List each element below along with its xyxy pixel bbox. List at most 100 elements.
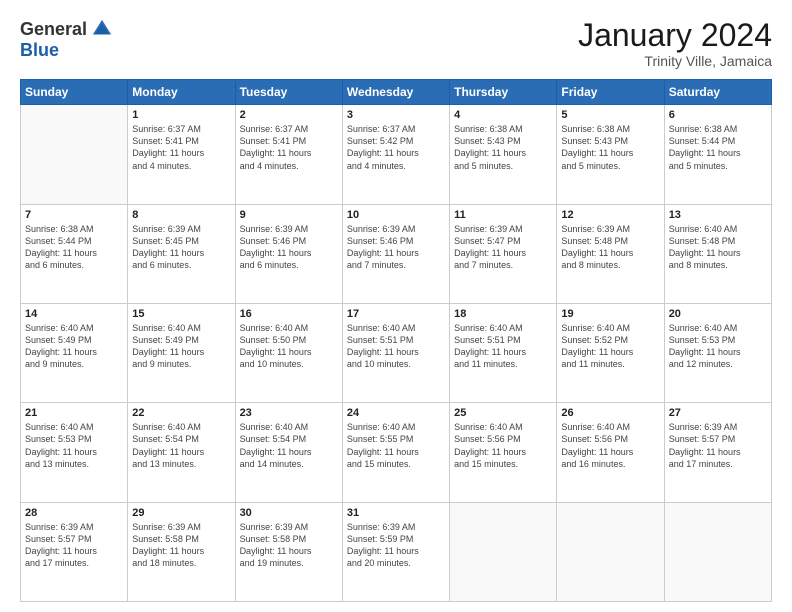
day-info: Sunrise: 6:38 AM Sunset: 5:43 PM Dayligh… — [561, 123, 659, 172]
day-cell: 9Sunrise: 6:39 AM Sunset: 5:46 PM Daylig… — [235, 204, 342, 303]
day-number: 11 — [454, 209, 552, 221]
day-number: 25 — [454, 407, 552, 419]
day-cell: 2 Sunrise: 6:37 AM Sunset: 5:41 PM Daylig… — [235, 105, 342, 204]
day-number: 16 — [240, 308, 338, 320]
day-cell: 31 Sunrise: 6:39 AM Sunset: 5:59 PM Dayli… — [342, 502, 449, 601]
week-row-4: 21 Sunrise: 6:40 AM Sunset: 5:53 PM Dayli… — [21, 403, 772, 502]
day-info: Sunrise: 6:39 AM Sunset: 5:46 PM Dayligh… — [347, 223, 445, 272]
day-cell — [450, 502, 557, 601]
day-header-sunday: Sunday — [21, 80, 128, 105]
day-number: 21 — [25, 407, 123, 419]
day-info: Sunrise: 6:40 AM Sunset: 5:54 PM Dayligh… — [240, 421, 338, 470]
day-header-tuesday: Tuesday — [235, 80, 342, 105]
day-number: 6 — [669, 109, 767, 121]
day-info: Sunrise: 6:40 AM Sunset: 5:50 PM Dayligh… — [240, 322, 338, 371]
day-info: Sunrise: 6:39 AM Sunset: 5:47 PM Dayligh… — [454, 223, 552, 272]
day-number: 3 — [347, 109, 445, 121]
day-cell: 18 Sunrise: 6:40 AM Sunset: 5:51 PM Dayli… — [450, 303, 557, 402]
day-number: 28 — [25, 507, 123, 519]
day-cell: 12Sunrise: 6:39 AM Sunset: 5:48 PM Dayli… — [557, 204, 664, 303]
calendar-subtitle: Trinity Ville, Jamaica — [578, 53, 772, 69]
day-info: Sunrise: 6:40 AM Sunset: 5:56 PM Dayligh… — [561, 421, 659, 470]
day-number: 26 — [561, 407, 659, 419]
day-info: Sunrise: 6:39 AM Sunset: 5:58 PM Dayligh… — [132, 521, 230, 570]
day-info: Sunrise: 6:37 AM Sunset: 5:41 PM Dayligh… — [240, 123, 338, 172]
title-area: January 2024 Trinity Ville, Jamaica — [578, 18, 772, 69]
day-info: Sunrise: 6:39 AM Sunset: 5:46 PM Dayligh… — [240, 223, 338, 272]
day-info: Sunrise: 6:37 AM Sunset: 5:41 PM Dayligh… — [132, 123, 230, 172]
day-cell: 16 Sunrise: 6:40 AM Sunset: 5:50 PM Dayli… — [235, 303, 342, 402]
day-cell: 13Sunrise: 6:40 AM Sunset: 5:48 PM Dayli… — [664, 204, 771, 303]
day-number: 5 — [561, 109, 659, 121]
day-number: 12 — [561, 209, 659, 221]
day-cell: 21 Sunrise: 6:40 AM Sunset: 5:53 PM Dayli… — [21, 403, 128, 502]
day-cell: 11 Sunrise: 6:39 AM Sunset: 5:47 PM Dayli… — [450, 204, 557, 303]
day-cell: 28 Sunrise: 6:39 AM Sunset: 5:57 PM Dayli… — [21, 502, 128, 601]
day-cell: 30Sunrise: 6:39 AM Sunset: 5:58 PM Dayli… — [235, 502, 342, 601]
day-info: Sunrise: 6:40 AM Sunset: 5:48 PM Dayligh… — [669, 223, 767, 272]
day-number: 31 — [347, 507, 445, 519]
day-cell: 7Sunrise: 6:38 AM Sunset: 5:44 PM Daylig… — [21, 204, 128, 303]
logo-blue-text: Blue — [20, 40, 59, 61]
header: General Blue January 2024 Trinity Ville,… — [20, 18, 772, 69]
day-info: Sunrise: 6:39 AM Sunset: 5:45 PM Dayligh… — [132, 223, 230, 272]
day-info: Sunrise: 6:40 AM Sunset: 5:53 PM Dayligh… — [669, 322, 767, 371]
day-info: Sunrise: 6:40 AM Sunset: 5:51 PM Dayligh… — [454, 322, 552, 371]
day-cell: 15Sunrise: 6:40 AM Sunset: 5:49 PM Dayli… — [128, 303, 235, 402]
day-number: 4 — [454, 109, 552, 121]
day-info: Sunrise: 6:40 AM Sunset: 5:49 PM Dayligh… — [25, 322, 123, 371]
day-number: 22 — [132, 407, 230, 419]
day-header-monday: Monday — [128, 80, 235, 105]
page: General Blue January 2024 Trinity Ville,… — [0, 0, 792, 612]
day-info: Sunrise: 6:37 AM Sunset: 5:42 PM Dayligh… — [347, 123, 445, 172]
calendar-title: January 2024 — [578, 18, 772, 53]
day-cell: 10 Sunrise: 6:39 AM Sunset: 5:46 PM Dayli… — [342, 204, 449, 303]
day-info: Sunrise: 6:40 AM Sunset: 5:52 PM Dayligh… — [561, 322, 659, 371]
day-info: Sunrise: 6:40 AM Sunset: 5:55 PM Dayligh… — [347, 421, 445, 470]
day-cell: 29 Sunrise: 6:39 AM Sunset: 5:58 PM Dayli… — [128, 502, 235, 601]
day-cell: 17 Sunrise: 6:40 AM Sunset: 5:51 PM Dayli… — [342, 303, 449, 402]
day-number: 8 — [132, 209, 230, 221]
logo-icon — [91, 18, 113, 40]
day-number: 17 — [347, 308, 445, 320]
day-header-saturday: Saturday — [664, 80, 771, 105]
day-info: Sunrise: 6:39 AM Sunset: 5:57 PM Dayligh… — [669, 421, 767, 470]
week-row-3: 14 Sunrise: 6:40 AM Sunset: 5:49 PM Dayli… — [21, 303, 772, 402]
week-row-5: 28 Sunrise: 6:39 AM Sunset: 5:57 PM Dayli… — [21, 502, 772, 601]
day-cell: 4Sunrise: 6:38 AM Sunset: 5:43 PM Daylig… — [450, 105, 557, 204]
day-cell — [21, 105, 128, 204]
day-info: Sunrise: 6:40 AM Sunset: 5:56 PM Dayligh… — [454, 421, 552, 470]
day-number: 18 — [454, 308, 552, 320]
day-number: 29 — [132, 507, 230, 519]
calendar-table: SundayMondayTuesdayWednesdayThursdayFrid… — [20, 79, 772, 602]
day-cell: 26 Sunrise: 6:40 AM Sunset: 5:56 PM Dayli… — [557, 403, 664, 502]
day-cell: 5 Sunrise: 6:38 AM Sunset: 5:43 PM Daylig… — [557, 105, 664, 204]
week-row-2: 7Sunrise: 6:38 AM Sunset: 5:44 PM Daylig… — [21, 204, 772, 303]
day-number: 7 — [25, 209, 123, 221]
day-number: 27 — [669, 407, 767, 419]
day-info: Sunrise: 6:40 AM Sunset: 5:53 PM Dayligh… — [25, 421, 123, 470]
logo-general-text: General — [20, 19, 87, 40]
day-cell: 19 Sunrise: 6:40 AM Sunset: 5:52 PM Dayli… — [557, 303, 664, 402]
week-row-1: 1 Sunrise: 6:37 AM Sunset: 5:41 PM Daylig… — [21, 105, 772, 204]
day-header-thursday: Thursday — [450, 80, 557, 105]
day-number: 10 — [347, 209, 445, 221]
day-cell: 23Sunrise: 6:40 AM Sunset: 5:54 PM Dayli… — [235, 403, 342, 502]
day-header-wednesday: Wednesday — [342, 80, 449, 105]
day-cell: 24Sunrise: 6:40 AM Sunset: 5:55 PM Dayli… — [342, 403, 449, 502]
day-cell: 6 Sunrise: 6:38 AM Sunset: 5:44 PM Daylig… — [664, 105, 771, 204]
day-number: 20 — [669, 308, 767, 320]
day-info: Sunrise: 6:38 AM Sunset: 5:44 PM Dayligh… — [669, 123, 767, 172]
day-info: Sunrise: 6:39 AM Sunset: 5:57 PM Dayligh… — [25, 521, 123, 570]
day-info: Sunrise: 6:40 AM Sunset: 5:51 PM Dayligh… — [347, 322, 445, 371]
day-number: 14 — [25, 308, 123, 320]
day-cell: 27 Sunrise: 6:39 AM Sunset: 5:57 PM Dayli… — [664, 403, 771, 502]
day-info: Sunrise: 6:40 AM Sunset: 5:54 PM Dayligh… — [132, 421, 230, 470]
day-info: Sunrise: 6:39 AM Sunset: 5:59 PM Dayligh… — [347, 521, 445, 570]
day-number: 15 — [132, 308, 230, 320]
day-number: 1 — [132, 109, 230, 121]
day-cell: 8 Sunrise: 6:39 AM Sunset: 5:45 PM Daylig… — [128, 204, 235, 303]
day-number: 19 — [561, 308, 659, 320]
day-cell: 3 Sunrise: 6:37 AM Sunset: 5:42 PM Daylig… — [342, 105, 449, 204]
day-number: 2 — [240, 109, 338, 121]
